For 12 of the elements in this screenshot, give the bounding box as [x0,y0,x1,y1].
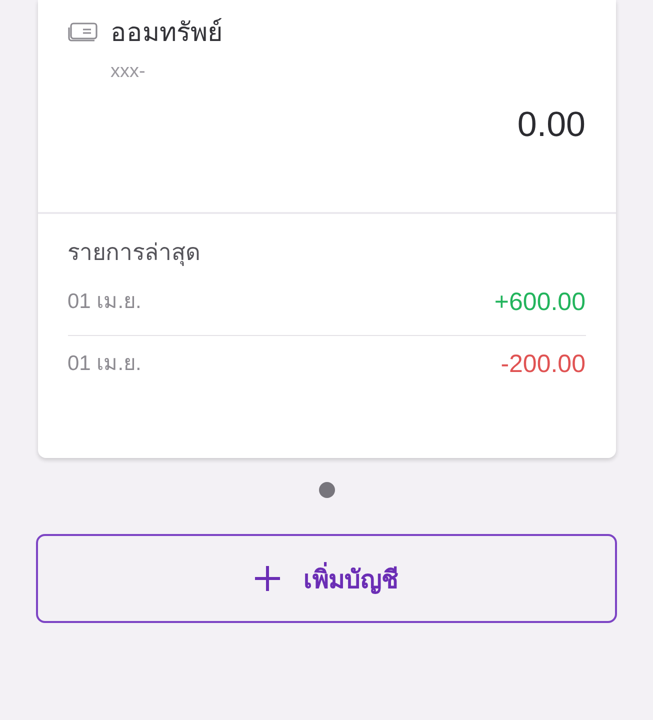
transaction-amount: -200.00 [500,349,586,379]
page-indicator-dot[interactable] [318,482,334,498]
transaction-date: 01 เม.ย. [68,289,142,315]
plus-icon [254,566,280,591]
bank-card-icon [68,22,98,42]
transaction-amount: +600.00 [494,287,586,317]
section-title: รายการล่าสุด [68,238,200,267]
account-number: xxx- [110,60,146,84]
add-account-button[interactable]: เพิ่มบัญชี [36,534,617,623]
account-balance: 0.00 [517,105,586,145]
account-name: ออมทรัพย์ [110,16,222,49]
transaction-date: 01 เม.ย. [68,351,142,377]
